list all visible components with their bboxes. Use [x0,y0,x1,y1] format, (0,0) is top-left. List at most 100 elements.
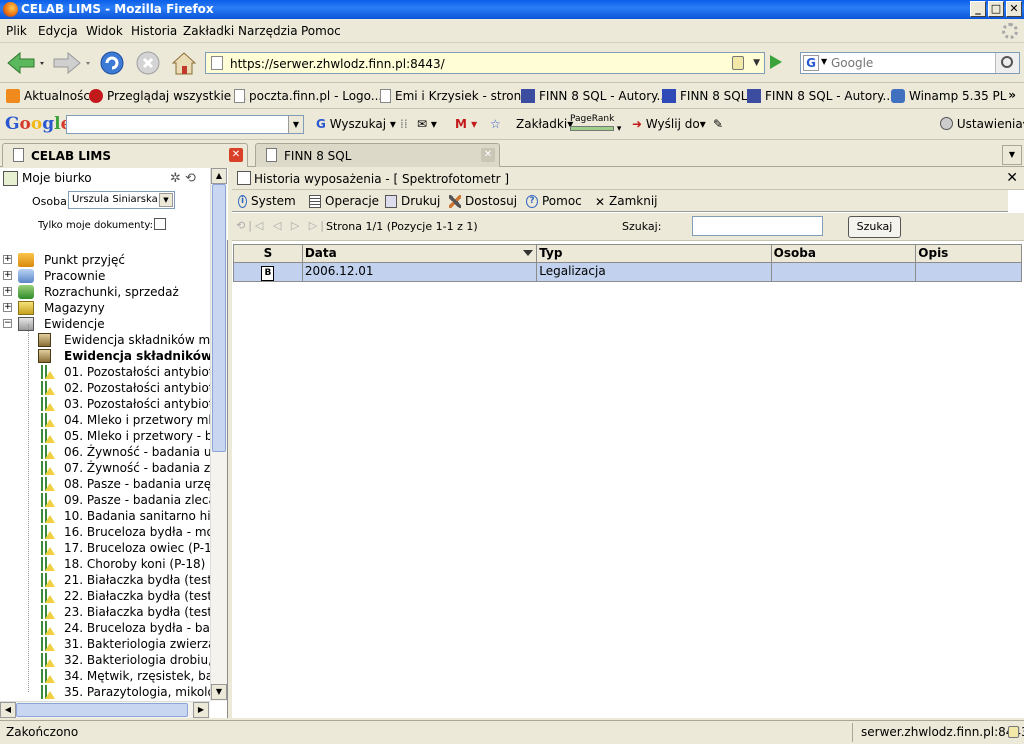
scroll-right-icon[interactable]: ▶ [193,702,209,718]
close-tab-icon[interactable]: ✕ [481,148,495,162]
back-icon[interactable] [6,50,46,76]
menu-drukuj[interactable]: Drukuj [385,194,440,208]
tree-item[interactable]: 08. Pasze - badania urzędo [0,476,210,492]
bookmark-item[interactable]: poczta.finn.pl - Logo... [234,89,382,103]
toolbar-buttons-icon[interactable]: ✉ ▾ [417,117,437,131]
reload-icon[interactable] [99,50,127,78]
column-header-s[interactable]: S [234,245,303,263]
osoba-select[interactable]: Urszula Siniarska ▼ [68,191,175,209]
magnifier-icon[interactable] [995,53,1019,73]
search-button[interactable]: Szukaj [848,216,901,238]
search-input[interactable] [831,55,991,71]
tree-item[interactable]: 24. Bruceloza bydła - bada [0,620,210,636]
star-icon[interactable]: ☆ [490,117,501,131]
pen-icon[interactable]: ✎ [713,117,723,131]
tree-item[interactable]: 31. Bakteriologia zwierząt + [0,636,210,652]
tree-item[interactable]: 07. Żywność - badania zlec [0,460,210,476]
lock-icon[interactable] [732,56,744,70]
google-engine-icon[interactable]: G [803,55,819,71]
tree-item[interactable]: 09. Pasze - badania zlecan [0,492,210,508]
google-search-button[interactable]: G Wyszukaj ▾ [316,117,396,131]
horizontal-scrollbar[interactable]: ◀ ▶ [0,701,210,718]
expand-icon[interactable]: + [3,255,12,264]
maximize-button[interactable]: □ [988,1,1004,17]
search-bar[interactable]: G ▼ [800,52,1020,74]
tree-item[interactable]: 04. Mleko i przetwory mlecz [0,412,210,428]
stop-icon[interactable] [135,50,163,78]
bookmark-item[interactable]: Przeglądaj wszystkie ... [89,89,246,103]
bookmark-item[interactable]: FINN 8 SQL - Autory... [747,89,894,103]
tree-item[interactable]: 22. Białaczka bydła (test El [0,588,210,604]
menu-operacje[interactable]: Operacje [309,194,379,208]
column-header-data[interactable]: Data [303,245,538,263]
tab-finn-8-sql[interactable]: FINN 8 SQL ✕ [255,143,500,167]
tree-item[interactable]: 32. Bakteriologia drobiu, ja [0,652,210,668]
bookmark-item[interactable]: FINN 8 SQL [662,89,747,103]
tree-item[interactable]: 02. Pozostałości antybiotyk [0,380,210,396]
tree-item[interactable]: + Punkt przyjęć [0,252,210,268]
tree-item[interactable]: 01. Pozostałości antybiotyk [0,364,210,380]
tree-item[interactable]: 34. Mętwik, rzęsistek, bakte [0,668,210,684]
expand-icon[interactable]: + [3,303,12,312]
tree-item[interactable]: 18. Choroby koni (P-18) [0,556,210,572]
tab-celab-lims[interactable]: CELAB LIMS ✕ [2,143,248,167]
forward-icon[interactable] [50,50,92,76]
menu-widok[interactable]: Widok [86,24,123,38]
panel-close-icon[interactable]: ✕ [1006,170,1018,186]
settings-button[interactable]: Ustawienia▾ [940,117,1024,131]
tab-list-dropdown[interactable]: ▼ [1002,145,1022,165]
tree-item[interactable]: 06. Żywność - badania urzę [0,444,210,460]
scroll-left-icon[interactable]: ◀ [0,702,16,718]
tree-item[interactable]: − Ewidencje [0,316,210,332]
tree-item[interactable]: + Pracownie [0,268,210,284]
tree-item[interactable]: Ewidencja składników maj [0,332,210,348]
scroll-thumb[interactable] [16,703,188,717]
tree-item[interactable]: 10. Badania sanitarno higi [0,508,210,524]
scroll-up-icon[interactable]: ▲ [211,168,227,184]
menu-plik[interactable]: Plik [6,24,27,38]
column-header-osoba[interactable]: Osoba [772,245,917,263]
vertical-scrollbar[interactable]: ▲ ▼ [210,168,227,701]
chevron-down-icon[interactable]: ▼ [288,116,303,133]
collapse-icon[interactable]: − [3,319,12,328]
gmail-icon[interactable]: M ▾ [455,117,477,131]
search-input[interactable] [692,216,823,236]
tree-item[interactable]: 16. Bruceloza bydła - moni [0,524,210,540]
bookmarks-more-button[interactable]: » [1008,88,1016,102]
bookmarks-button[interactable]: Zakładki▾ [516,117,573,131]
table-row[interactable]: B 2006.12.01 Legalizacja [234,263,1021,281]
bookmark-item[interactable]: Aktualności [6,89,93,103]
tree-item[interactable]: 03. Pozostałości antybiotyk [0,396,210,412]
tree-item[interactable]: Ewidencja składników ma [0,348,210,364]
only-mine-checkbox[interactable] [154,218,166,230]
pagerank-indicator[interactable]: PageRank ▾ [570,114,621,134]
url-bar[interactable]: https://serwer.zhwlodz.finn.pl:8443/ ▼ [205,52,765,74]
go-button[interactable] [770,55,782,69]
engine-dropdown-icon[interactable]: ▼ [821,57,827,66]
send-to-button[interactable]: ➜ Wyślij do▾ [632,117,706,131]
bookmark-item[interactable]: Winamp 5.35 PL [891,89,1006,103]
menu-system[interactable]: i System [238,194,296,208]
close-window-button[interactable]: ✕ [1006,1,1022,17]
pager-navigation-icons[interactable]: ⟲|◁ ◁ ▷ ▷| [236,219,327,232]
scroll-down-icon[interactable]: ▼ [211,684,227,700]
tree-item[interactable]: + Rozrachunki, sprzedaż [0,284,210,300]
close-tab-icon[interactable]: ✕ [229,148,243,162]
expand-icon[interactable]: + [3,287,12,296]
menu-pomoc[interactable]: ? Pomoc [526,194,582,208]
menu-dostosuj[interactable]: Dostosuj [449,194,517,208]
menu-narzedzia[interactable]: Narzędzia [238,24,298,38]
menu-zamknij[interactable]: ✕ Zamknij [595,194,658,209]
menu-pomoc[interactable]: Pomoc [301,24,341,38]
document-icon[interactable]: B [261,266,275,281]
tree-item[interactable]: + Magazyny [0,300,210,316]
bookmark-item[interactable]: FINN 8 SQL - Autory... [521,89,668,103]
chevron-down-icon[interactable]: ▼ [159,193,173,207]
menu-zakladki[interactable]: Zakładki [183,24,234,38]
home-icon[interactable] [171,50,199,78]
menu-historia[interactable]: Historia [131,24,177,38]
tree-item[interactable]: 23. Białaczka bydła (test El [0,604,210,620]
expand-icon[interactable]: + [3,271,12,280]
column-header-typ[interactable]: Typ [537,245,772,263]
tree-item[interactable]: 35. Parazytologia, mikologi [0,684,210,700]
